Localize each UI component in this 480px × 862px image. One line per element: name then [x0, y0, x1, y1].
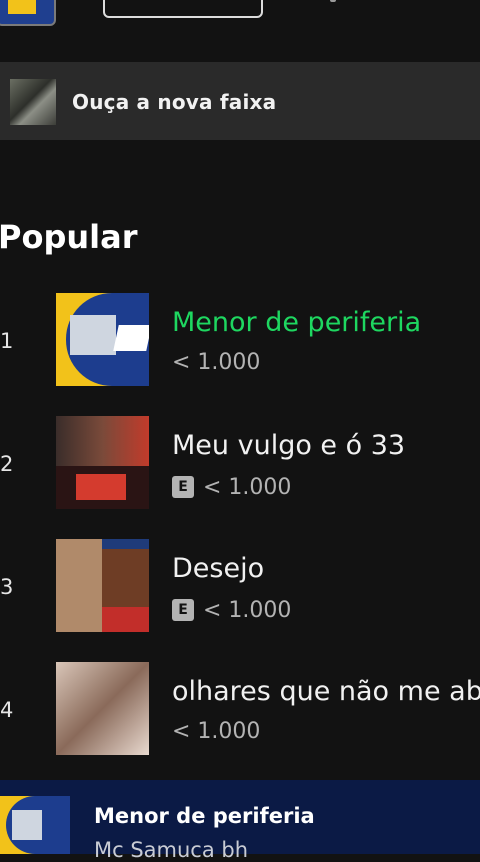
popular-heading: Popular	[0, 218, 138, 256]
track-row[interactable]: 4 olhares que não me ab < 1.000	[0, 662, 480, 762]
track-plays: < 1.000	[172, 349, 261, 375]
top-bar	[0, 0, 480, 40]
track-title: olhares que não me ab	[172, 676, 480, 707]
track-artwork	[56, 293, 149, 386]
new-release-artwork	[10, 79, 56, 125]
follow-button[interactable]	[103, 0, 263, 18]
now-playing-artist: Mc Samuca bh	[94, 838, 249, 862]
track-title: Desejo	[172, 553, 265, 584]
track-row[interactable]: 1 Menor de periferia < 1.000	[0, 293, 480, 393]
track-rank: 3	[0, 575, 14, 599]
new-release-banner[interactable]: Ouça a nova faixa	[0, 62, 480, 140]
now-playing-artwork	[0, 796, 70, 854]
track-artwork	[56, 662, 149, 755]
track-plays: < 1.000	[172, 718, 261, 744]
artist-thumbnail	[0, 0, 56, 26]
track-row[interactable]: 2 Meu vulgo e ó 33 E < 1.000	[0, 416, 480, 516]
track-rank: 1	[0, 329, 14, 353]
track-row[interactable]: 3 Desejo E < 1.000	[0, 539, 480, 639]
track-rank: 4	[0, 698, 14, 722]
explicit-badge: E	[172, 476, 194, 498]
track-plays: < 1.000	[203, 597, 292, 623]
explicit-badge: E	[172, 599, 194, 621]
new-release-label: Ouça a nova faixa	[72, 90, 277, 114]
now-playing-title: Menor de periferia	[94, 804, 315, 828]
track-artwork	[56, 416, 149, 509]
track-title: Meu vulgo e ó 33	[172, 430, 406, 461]
more-options-icon[interactable]	[330, 0, 336, 2]
track-plays: < 1.000	[203, 474, 292, 500]
track-rank: 2	[0, 452, 14, 476]
track-artwork	[56, 539, 149, 632]
track-title: Menor de periferia	[172, 307, 422, 338]
mini-player[interactable]: Menor de periferia Mc Samuca bh	[0, 780, 480, 862]
